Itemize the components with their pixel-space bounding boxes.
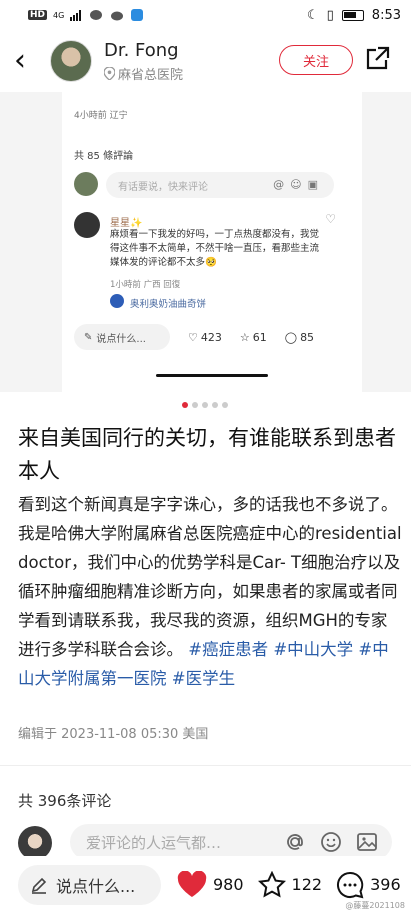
post-title: 来自美国同行的关切，有谁能联系到患者本人: [18, 426, 396, 483]
img-say-box: ✎ 说点什么...: [74, 324, 170, 350]
hashtag-link[interactable]: #医学生: [172, 669, 235, 688]
img-home-indicator: [156, 374, 268, 377]
pagination-dot: [192, 402, 198, 408]
post-header: ‹ Dr. Fong 麻省总医院 关注: [0, 32, 411, 90]
status-bar: HD 4G ☾ ▯ 8:53: [0, 0, 411, 30]
author-info[interactable]: Dr. Fong 麻省总医院: [104, 40, 183, 83]
img-heart-icon: ♡: [325, 212, 336, 226]
img-input-icons: @☺▣: [273, 178, 324, 191]
comment-input-icons: [284, 831, 378, 853]
favorite-button[interactable]: 122: [257, 871, 323, 898]
img-likes: ♡ 423: [188, 331, 222, 344]
my-avatar: [18, 826, 52, 860]
img-say-label: 说点什么...: [96, 333, 146, 345]
share-icon[interactable]: [364, 46, 390, 72]
image-pagination-dots: [182, 402, 228, 408]
author-location: 麻省总医院: [104, 64, 183, 83]
pencil-icon: [31, 877, 47, 894]
img-avatar: [74, 172, 98, 196]
signal-icon: [70, 10, 82, 21]
browser-icon: [131, 9, 144, 21]
img-pencil-icon: ✎: [84, 331, 93, 343]
favs-count: 122: [291, 875, 323, 894]
img-comment-count: 共 85 條評論: [74, 151, 134, 162]
say-label: 说点什么...: [56, 876, 136, 896]
img-comment-input: 有话要说，快来评论 @☺▣: [106, 172, 334, 198]
img-reply-author: 奥利奥奶油曲奇饼: [130, 299, 207, 310]
img-comment-input-row: 有话要说，快来评论 @☺▣: [74, 172, 334, 198]
follow-button[interactable]: 关注: [279, 45, 353, 75]
comment-input[interactable]: 爱评论的人运气都…: [70, 824, 392, 860]
emoji-icon[interactable]: [320, 831, 342, 853]
star-icon: [257, 871, 286, 898]
back-arrow-icon[interactable]: ‹: [14, 46, 42, 76]
img-time-location: 4小時前 辽宁: [74, 111, 128, 121]
wechat-icon: [90, 10, 103, 20]
img-reply-avatar: [110, 294, 124, 308]
author-name[interactable]: Dr. Fong: [104, 40, 183, 61]
battery-icon: [341, 9, 364, 21]
img-comment-text: 麻烦看一下我发的好吗，一丁点热度都没有，我觉得这件事不太简单，不然干啥一直压，看…: [110, 229, 320, 268]
comment-count: 共 396条评论: [18, 792, 112, 810]
post-body: 看到这个新闻真是字字诛心，多的话我也不多说了。我是哈佛大学附属麻省总医院癌症中心…: [18, 490, 402, 693]
pagination-dot: [202, 402, 208, 408]
post-text: 看到这个新闻真是字字诛心，多的话我也不多说了。我是哈佛大学附属麻省总医院癌症中心…: [18, 495, 402, 659]
hashtag-link[interactable]: #癌症患者: [188, 640, 268, 659]
img-likes-count: 423: [200, 330, 222, 344]
img-favs: ☆ 61: [240, 331, 267, 344]
status-left: HD 4G: [28, 9, 144, 21]
status-time: 8:53: [371, 7, 401, 23]
post-image[interactable]: 4小時前 辽宁 共 85 條評論 有话要说，快来评论 @☺▣ 星星✨ ♡ 麻烦看…: [0, 92, 411, 392]
network-type: 4G: [53, 10, 65, 20]
pagination-dot: [182, 402, 188, 408]
network-badge: HD: [28, 10, 48, 20]
heart-filled-icon: [177, 871, 207, 897]
comment-input-placeholder: 爱评论的人运气都…: [86, 834, 222, 852]
img-comments: ◯ 85: [285, 331, 314, 344]
at-icon[interactable]: [284, 831, 306, 853]
hashtag-link[interactable]: #中山大学: [273, 640, 353, 659]
img-bottom-bar: ✎ 说点什么... ♡ 423 ☆ 61 ◯ 85: [74, 322, 350, 352]
location-label: 麻省总医院: [118, 67, 184, 83]
img-comment-icon: ◯: [284, 330, 298, 344]
author-avatar[interactable]: [50, 40, 92, 82]
image-icon[interactable]: [356, 831, 378, 853]
location-pin-icon: [104, 66, 115, 80]
say-something-input[interactable]: 说点什么...: [18, 864, 161, 905]
vibrate-icon: ▯: [326, 7, 334, 23]
img-comments-count: 85: [300, 330, 315, 344]
img-favs-count: 61: [252, 330, 267, 344]
likes-count: 980: [213, 875, 244, 894]
comments-button[interactable]: 396: [336, 871, 401, 899]
moon-icon: ☾: [306, 7, 319, 23]
img-commenter-avatar: [74, 212, 100, 238]
pagination-dot: [212, 402, 218, 408]
img-input-placeholder: 有话要说，快来评论: [118, 182, 208, 193]
like-button[interactable]: 980: [177, 871, 244, 898]
watermark: @藤蔓2021108: [345, 901, 405, 910]
image-content: 4小時前 辽宁 共 85 條評論 有话要说，快来评论 @☺▣ 星星✨ ♡ 麻烦看…: [62, 92, 362, 392]
weibo-icon: [111, 11, 124, 21]
img-commenter-name: 星星✨: [110, 218, 143, 229]
comments-count: 396: [370, 875, 401, 894]
img-comment-meta: 1小時前 广西 回復: [110, 280, 181, 290]
status-right: ☾ ▯ 8:53: [307, 8, 401, 23]
edited-timestamp: 编辑于 2023-11-08 05:30 美国: [18, 727, 209, 742]
comment-bubble-icon: [337, 871, 364, 898]
bottom-action-bar: 说点什么... 980 122 396 @藤蔓2021108: [0, 856, 411, 913]
img-star-icon: ☆: [239, 330, 250, 344]
divider: [0, 765, 411, 766]
pagination-dot: [222, 402, 228, 408]
img-like-icon: ♡: [188, 330, 198, 344]
